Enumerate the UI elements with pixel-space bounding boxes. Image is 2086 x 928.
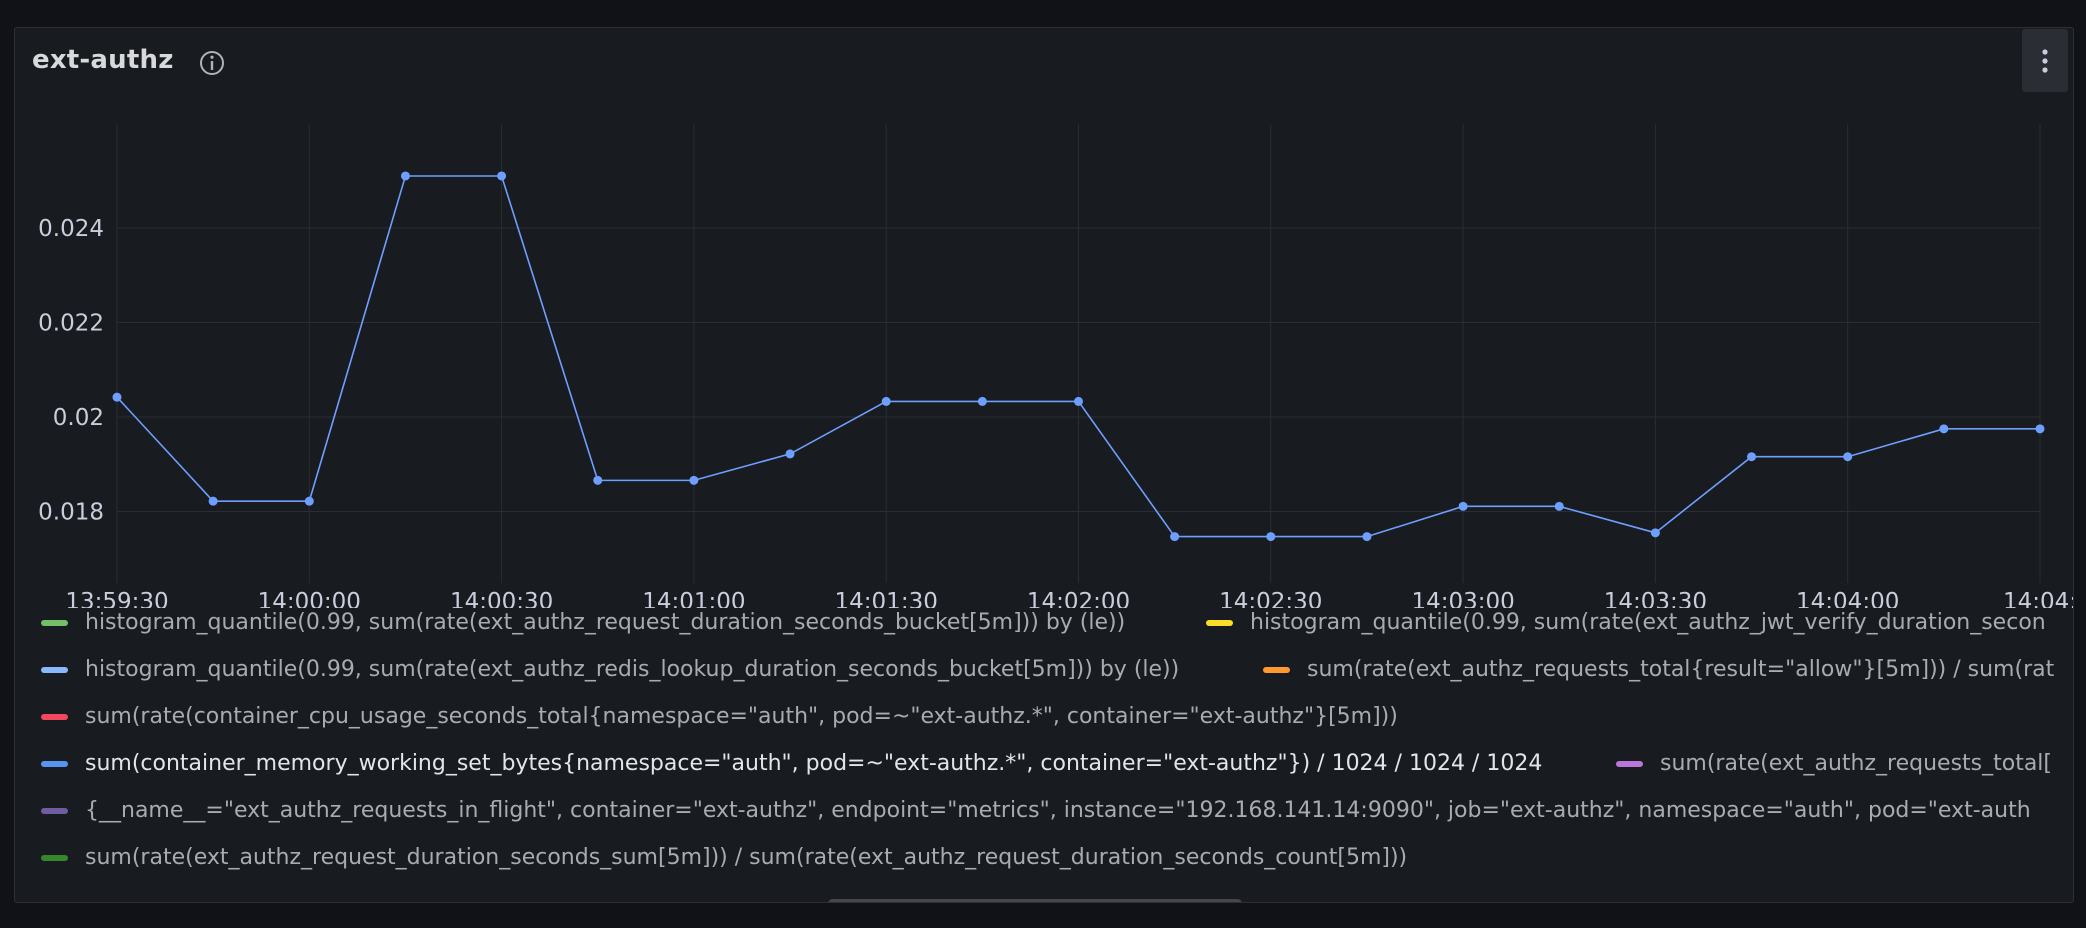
legend-swatch [1206, 620, 1233, 626]
data-point [497, 171, 507, 181]
data-point [593, 475, 603, 485]
legend-label: sum(rate(ext_authz_requests_total[ [1660, 751, 2053, 776]
y-tick-label: 0.018 [38, 500, 104, 526]
data-point [1074, 396, 1083, 406]
legend-swatch [1616, 761, 1643, 767]
x-axis-ticks: 13:59:30 14:00:00 14:00:30 14:01:00 14:01:30… [65, 589, 2073, 608]
data-point [2035, 424, 2045, 434]
legend-label: sum(rate(ext_authz_request_duration_seco… [85, 845, 1408, 870]
data-point [1362, 532, 1372, 542]
x-tick-label: 14:02:30 [1219, 589, 1322, 608]
data-point [1554, 501, 1564, 511]
legend-row: histogram_quantile(0.99, sum(rate(ext_au… [41, 655, 2073, 685]
data-point [689, 475, 699, 485]
y-tick-label: 0.02 [53, 405, 104, 431]
legend-swatch [41, 667, 68, 673]
legend-row: histogram_quantile(0.99, sum(rate(ext_au… [41, 608, 2073, 638]
data-point [112, 392, 122, 402]
legend-label: histogram_quantile(0.99, sum(rate(ext_au… [85, 610, 1126, 635]
legend-label: histogram_quantile(0.99, sum(rate(ext_au… [1250, 610, 2046, 635]
legend-row: sum(rate(container_cpu_usage_seconds_tot… [41, 702, 2073, 732]
legend-row: sum(rate(ext_authz_request_duration_seco… [41, 843, 2073, 873]
legend-swatch [41, 855, 68, 861]
data-point [1747, 452, 1757, 462]
legend-row: sum(container_memory_working_set_bytes{n… [41, 749, 2073, 779]
data-point [1266, 532, 1276, 542]
grid-lines [116, 124, 2041, 583]
x-tick-label: 14:04:00 [1796, 589, 1899, 608]
horizontal-scrollbar[interactable] [828, 899, 1242, 902]
legend-swatch [1263, 667, 1290, 673]
x-tick-label: 14:01:00 [642, 589, 745, 608]
data-point [785, 449, 795, 459]
y-axis-ticks: 0.018 0.02 0.022 0.024 [38, 216, 104, 526]
data-point [208, 496, 218, 506]
legend-label: sum(rate(ext_authz_requests_total{result… [1307, 657, 2055, 682]
line-chart: 0.018 0.02 0.022 0.024 13:59:30 14:00:00 14:0… [38, 124, 2073, 608]
x-tick-label: 14:02:00 [1027, 589, 1130, 608]
y-tick-label: 0.024 [38, 216, 104, 242]
data-point [400, 171, 410, 181]
x-tick-label: 14:01:30 [835, 589, 938, 608]
data-point [1650, 528, 1660, 538]
legend-swatch [41, 761, 68, 767]
x-tick-label: 14:04: [2003, 589, 2073, 608]
x-tick-label: 14:00:00 [258, 589, 361, 608]
x-tick-label: 14:03:30 [1604, 589, 1707, 608]
legend-label: {__name__="ext_authz_requests_in_flight"… [85, 798, 2031, 823]
legend-swatch [41, 620, 68, 626]
legend-swatch [41, 808, 68, 814]
legend-swatch [41, 714, 68, 720]
data-point [1939, 424, 1949, 434]
x-tick-label: 13:59:30 [65, 589, 168, 608]
data-point [304, 496, 314, 506]
legend-row: {__name__="ext_authz_requests_in_flight"… [41, 796, 2073, 826]
data-point [977, 396, 987, 406]
legend-label: histogram_quantile(0.99, sum(rate(ext_au… [85, 657, 1180, 682]
x-tick-label: 14:03:00 [1411, 589, 1514, 608]
legend-label: sum(container_memory_working_set_bytes{n… [85, 751, 1543, 776]
legend-label: sum(rate(container_cpu_usage_seconds_tot… [85, 704, 1398, 729]
x-tick-label: 14:00:30 [450, 589, 553, 608]
timeseries-panel: ext-authz 0.018 0.02 0.022 0.024 13:59:30 14… [14, 27, 2074, 903]
y-tick-label: 0.022 [38, 311, 104, 337]
data-point [1843, 452, 1853, 462]
data-point [881, 396, 891, 406]
data-point [1170, 532, 1180, 542]
data-point [1458, 501, 1468, 511]
